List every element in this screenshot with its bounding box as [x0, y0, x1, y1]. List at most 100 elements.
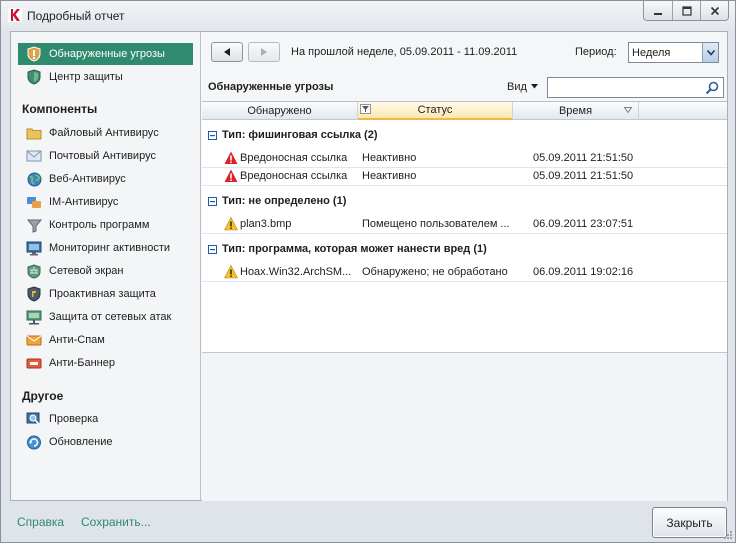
- sidebar-item-label: Мониторинг активности: [49, 242, 171, 254]
- cell-time: 06.09.2011 23:07:51: [533, 218, 634, 230]
- firewall-icon: [26, 263, 42, 279]
- sidebar-item-label: Проверка: [49, 413, 99, 425]
- sidebar-item-label: Контроль программ: [49, 219, 150, 231]
- group-row-undefined[interactable]: Тип: не определено (1): [202, 190, 727, 212]
- sidebar-item-anti-banner[interactable]: Анти-Баннер: [18, 352, 193, 374]
- column-time[interactable]: Время: [513, 102, 639, 120]
- banner-icon: [26, 355, 42, 371]
- report-window: Подробный отчет Обнаруженные угрозы Цент…: [0, 0, 736, 543]
- sidebar-item-label: Сетевой экран: [49, 265, 124, 277]
- cell-status: Неактивно: [362, 170, 417, 182]
- filter-icon[interactable]: [360, 104, 371, 114]
- table-row[interactable]: plan3.bmp Помещено пользователем ... 06.…: [202, 216, 727, 234]
- close-button[interactable]: Закрыть: [652, 507, 727, 538]
- sidebar-item-network-attack-blocker[interactable]: Защита от сетевых атак: [18, 306, 193, 328]
- close-window-button[interactable]: [700, 1, 728, 20]
- minimize-button[interactable]: [644, 1, 672, 20]
- period-select[interactable]: Неделя: [628, 42, 719, 63]
- cell-status: Обнаружено; не обработано: [362, 266, 508, 278]
- sidebar-item-label: Центр защиты: [49, 71, 123, 83]
- sidebar-item-detected-threats[interactable]: Обнаруженные угрозы: [18, 43, 193, 65]
- sidebar-item-label: Обнаруженные угрозы: [49, 48, 165, 60]
- sidebar-item-label: Обновление: [49, 436, 113, 448]
- error-icon: [224, 151, 238, 164]
- sidebar: Обнаруженные угрозы Центр защиты Компоне…: [11, 32, 201, 500]
- sidebar-item-app-control[interactable]: Контроль программ: [18, 214, 193, 236]
- sidebar-item-file-antivirus[interactable]: Файловый Антивирус: [18, 122, 193, 144]
- grid-header: Обнаружено Статус Время: [202, 102, 727, 120]
- components-heading: Компоненты: [22, 102, 98, 116]
- maximize-icon: [681, 5, 692, 16]
- sidebar-item-label: Анти-Баннер: [49, 357, 115, 369]
- column-status[interactable]: Статус: [358, 102, 513, 120]
- title-bar: Подробный отчет: [1, 1, 735, 31]
- collapse-icon[interactable]: [208, 130, 217, 140]
- globe-icon: [26, 171, 42, 187]
- shield-alert-icon: [26, 46, 42, 62]
- search-input[interactable]: [547, 77, 724, 98]
- sidebar-item-label: Файловый Антивирус: [49, 127, 159, 139]
- sidebar-item-label: IM-Антивирус: [49, 196, 119, 208]
- error-icon: [224, 169, 238, 182]
- network-icon: [26, 309, 42, 325]
- table-row[interactable]: Вредоносная ссылка Неактивно 05.09.2011 …: [202, 168, 727, 186]
- client-area: Обнаруженные угрозы Центр защиты Компоне…: [10, 31, 728, 501]
- details-pane: [202, 352, 727, 501]
- caret-down-icon[interactable]: [531, 84, 538, 89]
- kaspersky-logo-icon: [8, 8, 22, 22]
- sidebar-item-update[interactable]: Обновление: [18, 431, 193, 453]
- group-row-phishing[interactable]: Тип: фишинговая ссылка (2): [202, 124, 727, 146]
- table-row[interactable]: Hoax.Win32.ArchSM... Обнаружено; не обра…: [202, 264, 727, 282]
- sidebar-item-label: Проактивная защита: [49, 288, 156, 300]
- other-heading: Другое: [22, 389, 64, 403]
- scan-icon: [26, 411, 42, 427]
- collapse-icon[interactable]: [208, 196, 217, 206]
- cell-detected: Hoax.Win32.ArchSM...: [240, 266, 352, 278]
- shield-icon: [26, 286, 42, 302]
- arrow-right-icon: [261, 48, 267, 56]
- sidebar-item-label: Защита от сетевых атак: [49, 311, 172, 323]
- filter-icon: [26, 217, 42, 233]
- monitor-icon: [26, 240, 42, 256]
- cell-time: 06.09.2011 19:02:16: [533, 266, 634, 278]
- threats-grid: Обнаружено Статус Время Тип: фишинговая …: [202, 101, 727, 501]
- column-detected[interactable]: Обнаружено: [202, 102, 358, 120]
- main-panel: На прошлой неделе, 05.09.2011 - 11.09.20…: [202, 32, 727, 501]
- mail-icon: [26, 148, 42, 164]
- sidebar-item-protection-center[interactable]: Центр защиты: [18, 66, 193, 88]
- window-controls: [643, 1, 729, 21]
- minimize-icon: [654, 12, 662, 15]
- chevron-down-icon: [702, 43, 718, 62]
- sidebar-item-im-antivirus[interactable]: IM-Антивирус: [18, 191, 193, 213]
- resize-grip-icon[interactable]: [723, 530, 733, 540]
- folder-icon: [26, 125, 42, 141]
- search-icon[interactable]: [705, 81, 719, 95]
- save-link[interactable]: Сохранить...: [81, 515, 151, 529]
- update-icon: [26, 434, 42, 450]
- window-title: Подробный отчет: [27, 9, 125, 23]
- sidebar-item-mail-antivirus[interactable]: Почтовый Антивирус: [18, 145, 193, 167]
- group-row-riskware[interactable]: Тип: программа, которая может нанести вр…: [202, 238, 727, 260]
- maximize-button[interactable]: [672, 1, 700, 20]
- period-value: Неделя: [632, 47, 671, 59]
- column-label: Время: [558, 105, 593, 117]
- sidebar-item-proactive-defense[interactable]: Проактивная защита: [18, 283, 193, 305]
- sidebar-item-activity-monitor[interactable]: Мониторинг активности: [18, 237, 193, 259]
- sidebar-item-web-antivirus[interactable]: Веб-Антивирус: [18, 168, 193, 190]
- period-label: Период:: [575, 46, 617, 58]
- arrow-left-icon: [224, 48, 230, 56]
- column-label: Статус: [417, 104, 453, 116]
- view-menu[interactable]: Вид: [507, 81, 527, 93]
- table-row[interactable]: Вредоносная ссылка Неактивно 05.09.2011 …: [202, 150, 727, 168]
- cell-status: Помещено пользователем ...: [362, 218, 510, 230]
- cell-status: Неактивно: [362, 152, 417, 164]
- sidebar-item-firewall[interactable]: Сетевой экран: [18, 260, 193, 282]
- sidebar-item-scan[interactable]: Проверка: [18, 408, 193, 430]
- collapse-icon[interactable]: [208, 244, 217, 254]
- back-button[interactable]: [211, 42, 243, 62]
- warning-icon: [224, 217, 238, 231]
- antispam-icon: [26, 332, 42, 348]
- help-link[interactable]: Справка: [17, 515, 64, 529]
- forward-button[interactable]: [248, 42, 280, 62]
- sidebar-item-anti-spam[interactable]: Анти-Спам: [18, 329, 193, 351]
